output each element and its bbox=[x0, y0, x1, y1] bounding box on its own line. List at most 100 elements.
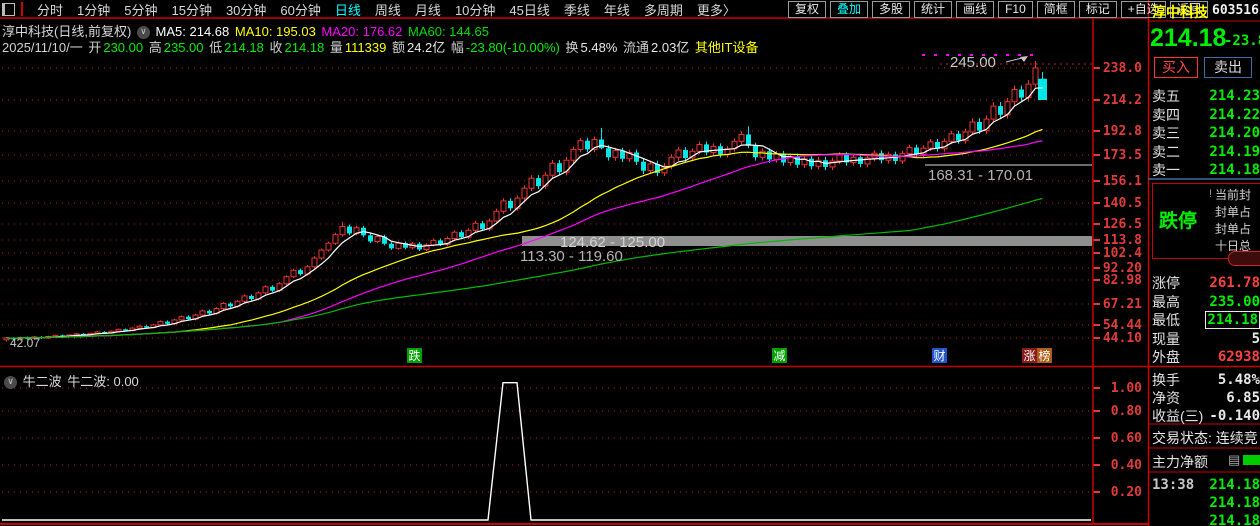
ohlc-segment: 5.48% bbox=[580, 40, 621, 55]
indicator-tick: 0.60 bbox=[1110, 431, 1142, 446]
period-tab-季线[interactable]: 季线 bbox=[564, 0, 590, 19]
ohlc-segment: 214.18 bbox=[224, 40, 268, 55]
row-value: 214.18 bbox=[1209, 513, 1260, 526]
main-net-bar bbox=[1243, 455, 1260, 465]
row-label: 换手 bbox=[1152, 372, 1180, 388]
toolbar-button-画线[interactable]: 画线 bbox=[956, 1, 995, 18]
trade-status: 交易状态: 连续竞 bbox=[1152, 430, 1258, 446]
period-tab-1分钟[interactable]: 1分钟 bbox=[77, 0, 110, 19]
row-label: 卖一 bbox=[1152, 162, 1180, 178]
row-label: 最低 bbox=[1152, 312, 1180, 329]
row-value: 214.23 bbox=[1209, 88, 1260, 104]
row-label: 卖五 bbox=[1152, 88, 1180, 104]
ohlc-segment: 开 bbox=[88, 40, 102, 55]
ohlc-segment: 214.18 bbox=[284, 40, 328, 55]
ohlc-segment: 其他IT设备 bbox=[694, 40, 759, 55]
row-value: 214.18 bbox=[1205, 311, 1260, 330]
toolbar-divider bbox=[21, 2, 23, 16]
period-tab-日线[interactable]: 日线 bbox=[335, 0, 361, 19]
row-label: 外盘 bbox=[1152, 349, 1180, 366]
ohlc-segment: -23.80(-10.00%) bbox=[465, 40, 564, 55]
ohlc-segment: 235.00 bbox=[163, 40, 208, 55]
row-label: 净资 bbox=[1152, 390, 1180, 406]
ohlc-segment: 2.03亿 bbox=[651, 40, 693, 55]
period-tab-5分钟[interactable]: 5分钟 bbox=[124, 0, 157, 19]
row-value: 214.20 bbox=[1209, 125, 1260, 141]
ohlc-segment: 额 bbox=[391, 40, 405, 55]
indicator-tick: 1.00 bbox=[1110, 381, 1142, 396]
row-value: 214.19 bbox=[1209, 143, 1260, 160]
indicator-tick: 0.40 bbox=[1110, 458, 1142, 473]
limit-line: 封单占 bbox=[1215, 205, 1252, 219]
period-tab-更多〉[interactable]: 更多〉 bbox=[697, 0, 736, 19]
row-value: 214.18 bbox=[1209, 162, 1260, 178]
row-value: 235.00 bbox=[1209, 293, 1260, 310]
row-value: 214.18 bbox=[1209, 477, 1260, 493]
limit-status: 跌停 bbox=[1159, 211, 1198, 232]
toolbar-button-F10[interactable]: F10 bbox=[998, 1, 1033, 18]
row-label: 卖四 bbox=[1152, 106, 1180, 123]
row-value: 62938 bbox=[1217, 349, 1260, 366]
period-tab-10分钟[interactable]: 10分钟 bbox=[455, 0, 495, 19]
row-label: 13:38 bbox=[1152, 477, 1195, 493]
buy-button[interactable]: 买入 bbox=[1154, 57, 1198, 78]
row-label: 收益(三) bbox=[1152, 408, 1204, 424]
period-tab-年线[interactable]: 年线 bbox=[604, 0, 630, 19]
toolbar-button-多股[interactable]: 多股 bbox=[872, 1, 911, 18]
indicator-tick: 0.80 bbox=[1110, 404, 1142, 419]
chevron-down-icon-sub[interactable]: ∨ bbox=[4, 376, 17, 390]
ohlc-segment: 量 bbox=[329, 40, 343, 55]
period-tabbar: 分时 1分钟 5分钟 15分钟 30分钟 60分钟 日线 周线 月线 10分钟 45日线 季线 年线 多周… bbox=[2, 0, 736, 18]
row-value: 6.85 bbox=[1226, 390, 1260, 406]
ohlc-info-line: 2025/11/10/一 开 230.00 高 235.00 低 214.18 收 21… bbox=[2, 37, 760, 56]
limit-line: 封单占 bbox=[1215, 222, 1252, 236]
period-tab-月线[interactable]: 月线 bbox=[415, 0, 441, 19]
toolbar-button-复权[interactable]: 复权 bbox=[788, 1, 827, 18]
period-tab-15分钟[interactable]: 15分钟 bbox=[171, 0, 211, 19]
indicator-axis: 1.00 0.80 0.60 0.40 0.20 bbox=[1093, 0, 1148, 526]
ohlc-segment: 24.2亿 bbox=[406, 40, 449, 55]
period-tab-45日线[interactable]: 45日线 bbox=[509, 0, 549, 19]
stock-code-top: 603516 bbox=[1212, 3, 1259, 18]
toolbar-button-统计[interactable]: 统计 bbox=[914, 1, 953, 18]
limit-status-box: 跌停 ! 当前封 封单占 封单占 十日总 bbox=[1152, 183, 1260, 259]
indicator-name: 牛二波 bbox=[22, 374, 62, 389]
ohlc-segment: 幅 bbox=[450, 40, 464, 55]
main-net-label: 主力净额 bbox=[1152, 454, 1208, 470]
toolbar-button-简框[interactable]: 简框 bbox=[1036, 1, 1075, 18]
sell-button[interactable]: 卖出 bbox=[1204, 57, 1252, 78]
window-icon[interactable] bbox=[2, 2, 15, 16]
last-price: 214.18 bbox=[1150, 24, 1227, 52]
row-value: 214.18 bbox=[1209, 495, 1260, 511]
row-value: -0.140 bbox=[1209, 408, 1260, 424]
row-label: 涨停 bbox=[1152, 275, 1180, 291]
row-value: 214.22 bbox=[1209, 106, 1260, 123]
list-icon[interactable]: ▤ bbox=[1228, 452, 1240, 468]
period-tab-60分钟[interactable]: 60分钟 bbox=[280, 0, 320, 19]
row-value: 5 bbox=[1251, 330, 1260, 347]
indicator-tick: 0.20 bbox=[1110, 485, 1142, 500]
ohlc-segment: 换 bbox=[565, 40, 579, 55]
ohlc-segment: 2025/11/10/一 bbox=[2, 40, 87, 55]
row-value: 261.78 bbox=[1209, 275, 1260, 291]
period-tab-周线[interactable]: 周线 bbox=[375, 0, 401, 19]
period-tab-30分钟[interactable]: 30分钟 bbox=[226, 0, 266, 19]
ohlc-segment: 低 bbox=[209, 40, 223, 55]
ohlc-segment: 230.00 bbox=[103, 40, 147, 55]
stock-name-top: 淳中科技 bbox=[1152, 4, 1208, 20]
period-tab-分时[interactable]: 分时 bbox=[37, 0, 63, 19]
period-tab-多周期[interactable]: 多周期 bbox=[644, 0, 683, 19]
limit-line: 当前封 bbox=[1215, 188, 1252, 202]
row-label: 卖二 bbox=[1152, 143, 1180, 160]
pin-icon: ! bbox=[1209, 188, 1213, 200]
ohlc-segment: 收 bbox=[269, 40, 283, 55]
ohlc-segment: 高 bbox=[148, 40, 162, 55]
ohlc-segment: 111339 bbox=[344, 40, 390, 55]
ohlc-segment: 流通 bbox=[622, 40, 649, 55]
row-label: 现量 bbox=[1152, 330, 1180, 347]
limit-pill-button[interactable] bbox=[1228, 251, 1260, 266]
toolbar-button-叠加[interactable]: 叠加 bbox=[830, 1, 869, 18]
row-value: 5.48% bbox=[1217, 372, 1260, 388]
row-label: 最高 bbox=[1152, 293, 1180, 310]
indicator-readout: 牛二波: 0.00 bbox=[67, 374, 139, 389]
